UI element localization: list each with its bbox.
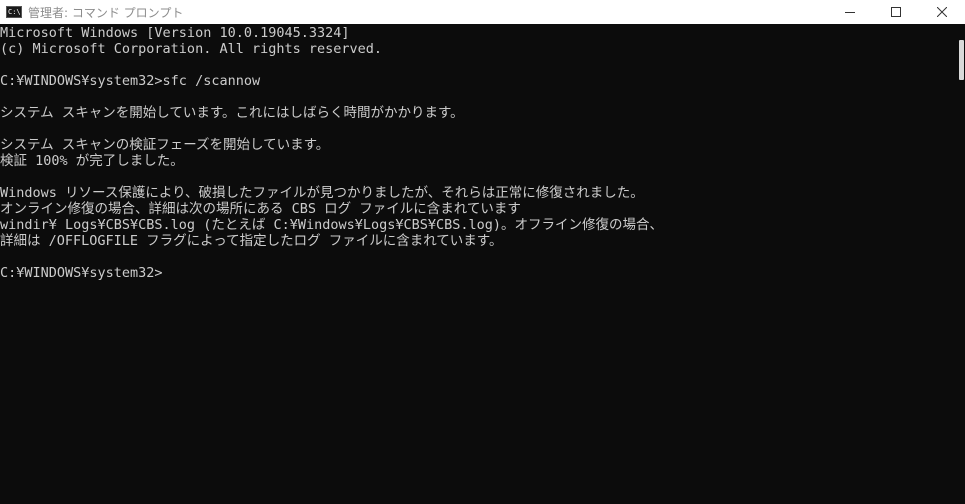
console-line: Windows リソース保護により、破損したファイルが見つかりましたが、それらは… — [0, 185, 644, 201]
console-line: オンライン修復の場合、詳細は次の場所にある CBS ログ ファイルに含まれていま… — [0, 201, 521, 217]
command-prompt-icon[interactable]: C:\ — [6, 6, 22, 18]
maximize-button[interactable] — [873, 0, 919, 24]
command-prompt-window: C:\ 管理者: コマンド プロンプト Microsoft Windows [V… — [0, 0, 965, 504]
vertical-scrollbar[interactable] — [958, 24, 965, 504]
caption-buttons — [827, 0, 965, 24]
console-line: (c) Microsoft Corporation. All rights re… — [0, 41, 383, 57]
minimize-icon — [845, 7, 855, 17]
close-button[interactable] — [919, 0, 965, 24]
console-line: Microsoft Windows [Version 10.0.19045.33… — [0, 25, 350, 41]
console-output[interactable]: Microsoft Windows [Version 10.0.19045.33… — [0, 24, 958, 504]
minimize-button[interactable] — [827, 0, 873, 24]
window-title: 管理者: コマンド プロンプト — [28, 5, 184, 20]
title-bar[interactable]: C:\ 管理者: コマンド プロンプト — [0, 0, 965, 24]
console-line: C:¥WINDOWS¥system32>sfc /scannow — [0, 73, 261, 89]
console-line: C:¥WINDOWS¥system32> — [0, 265, 163, 281]
maximize-icon — [891, 7, 901, 17]
console-line: 詳細は /OFFLOGFILE フラグによって指定したログ ファイルに含まれてい… — [0, 233, 503, 249]
console-line: システム スキャンを開始しています。これにはしばらく時間がかかります。 — [0, 105, 464, 121]
console-line: システム スキャンの検証フェーズを開始しています。 — [0, 137, 330, 153]
close-icon — [937, 7, 947, 17]
console-line: 検証 100% が完了しました。 — [0, 153, 184, 169]
scrollbar-thumb[interactable] — [959, 40, 964, 80]
console-line: windir¥ Logs¥CBS¥CBS.log (たとえば C:¥Window… — [0, 217, 664, 233]
